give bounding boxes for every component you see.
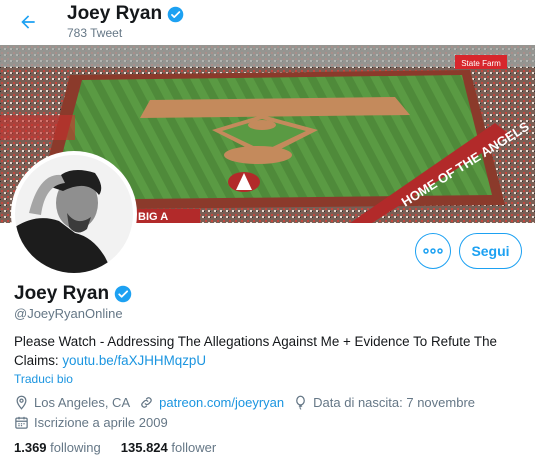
following-link[interactable]: 1.369 following — [14, 440, 101, 455]
profile-avatar[interactable] — [11, 151, 137, 277]
profile-name: Joey Ryan — [14, 283, 132, 305]
following-count: 1.369 — [14, 440, 47, 455]
website-link[interactable]: patreon.com/joeyryan — [159, 395, 284, 410]
location-item: Los Angeles, CA — [14, 395, 130, 410]
joined-item: Iscrizione a aprile 2009 — [14, 415, 168, 430]
follow-button[interactable]: Segui — [459, 233, 522, 269]
birthday-item: Data di nascita: 7 novembre — [293, 395, 475, 410]
avatar-photo — [15, 155, 133, 273]
profile-display-name: Joey Ryan — [14, 283, 110, 304]
balloon-icon — [296, 395, 306, 410]
header-title: Joey Ryan — [67, 3, 184, 25]
follow-stats: 1.369 following 135.824 follower — [14, 440, 216, 455]
location-pin-icon — [16, 395, 27, 410]
more-dots-icon — [423, 248, 443, 254]
bio-link[interactable]: youtu.be/faXJHHMqzpU — [62, 353, 206, 368]
top-bar: Joey Ryan 783 Tweet — [0, 0, 535, 45]
arrow-left-icon — [21, 15, 35, 29]
back-button[interactable] — [14, 8, 42, 36]
birthday-text: Data di nascita: 7 novembre — [313, 395, 476, 410]
more-options-button[interactable] — [415, 233, 451, 269]
link-icon — [141, 397, 152, 408]
tweet-count: 783 Tweet — [67, 26, 123, 40]
profile-handle: @JoeyRyanOnline — [14, 306, 123, 321]
calendar-icon — [15, 416, 28, 429]
website-item: patreon.com/joeyryan — [139, 395, 284, 410]
followers-count: 135.824 — [120, 440, 168, 455]
verified-badge-icon — [167, 6, 184, 22]
state-farm-sign: State Farm — [461, 59, 501, 68]
following-label: following — [50, 440, 101, 455]
location-text: Los Angeles, CA — [34, 395, 131, 410]
followers-label: follower — [171, 440, 217, 455]
joined-text: Iscrizione a aprile 2009 — [34, 415, 168, 430]
profile-meta-row: Los Angeles, CA patreon.com/joeyryan Dat… — [14, 395, 484, 410]
profile-joined-row: Iscrizione a aprile 2009 — [14, 415, 177, 430]
translate-bio-link[interactable]: Traduci bio — [14, 372, 73, 386]
verified-badge-icon — [114, 285, 132, 303]
header-name: Joey Ryan — [67, 3, 163, 24]
profile-bio: Please Watch - Addressing The Allegation… — [14, 332, 519, 370]
followers-link[interactable]: 135.824 follower — [121, 440, 216, 455]
big-a-sign: BIG A — [138, 211, 168, 223]
